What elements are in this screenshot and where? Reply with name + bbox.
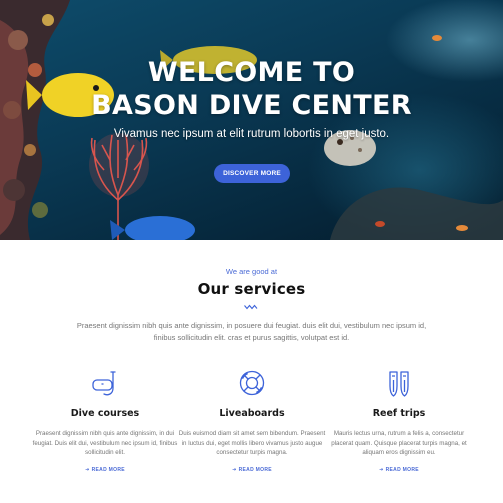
hero-title-line-1: WELCOME TO — [147, 57, 356, 88]
snorkel-mask-icon — [92, 371, 116, 396]
service-description: Duis euismod diam sit amet sem bibendum.… — [178, 430, 326, 456]
service-card-dive-courses: Dive courses Praesent dignissim nibh qui… — [30, 368, 180, 476]
read-more-link-reef-trips[interactable]: ➜ READ MORE — [379, 467, 419, 473]
services-intro: Praesent dignissim nibh quis ante dignis… — [76, 321, 427, 342]
service-description: Praesent dignissim nibh quis ante dignis… — [32, 430, 178, 456]
service-title: Dive courses — [70, 408, 140, 419]
read-more-label: READ MORE — [385, 466, 419, 473]
read-more-label: READ MORE — [91, 466, 125, 473]
hero-banner: WELCOME TO BASON DIVE CENTER Vivamus nec… — [0, 0, 503, 240]
services-title: Our services — [197, 280, 306, 298]
service-card-liveaboards: Liveaboards Duis euismod diam sit amet s… — [177, 368, 327, 476]
hero-title-line-2: BASON DIVE CENTER — [91, 90, 412, 121]
hero-title: WELCOME TO BASON DIVE CENTER — [0, 56, 503, 122]
arrow-right-icon: ➜ — [232, 466, 237, 473]
read-more-label: READ MORE — [238, 466, 272, 473]
arrow-right-icon: ➜ — [379, 466, 384, 473]
wave-divider-icon — [244, 304, 258, 310]
services-eyebrow: We are good at — [225, 267, 278, 276]
service-title: Reef trips — [372, 408, 426, 419]
read-more-link-liveaboards[interactable]: ➜ READ MORE — [232, 467, 272, 473]
read-more-link-dive-courses[interactable]: ➜ READ MORE — [85, 467, 125, 473]
service-title: Liveaboards — [219, 408, 285, 419]
service-card-reef-trips: Reef trips Mauris lectus urna, rutrum a … — [324, 368, 474, 476]
discover-more-button[interactable]: DISCOVER MORE — [214, 164, 290, 183]
hero-subtitle: Vivamus nec ipsum at elit rutrum loborti… — [113, 128, 390, 140]
fins-icon — [389, 371, 409, 397]
life-ring-icon — [239, 370, 265, 396]
arrow-right-icon: ➜ — [85, 466, 90, 473]
service-description: Mauris lectus urna, rutrum a felis a, co… — [331, 430, 467, 456]
